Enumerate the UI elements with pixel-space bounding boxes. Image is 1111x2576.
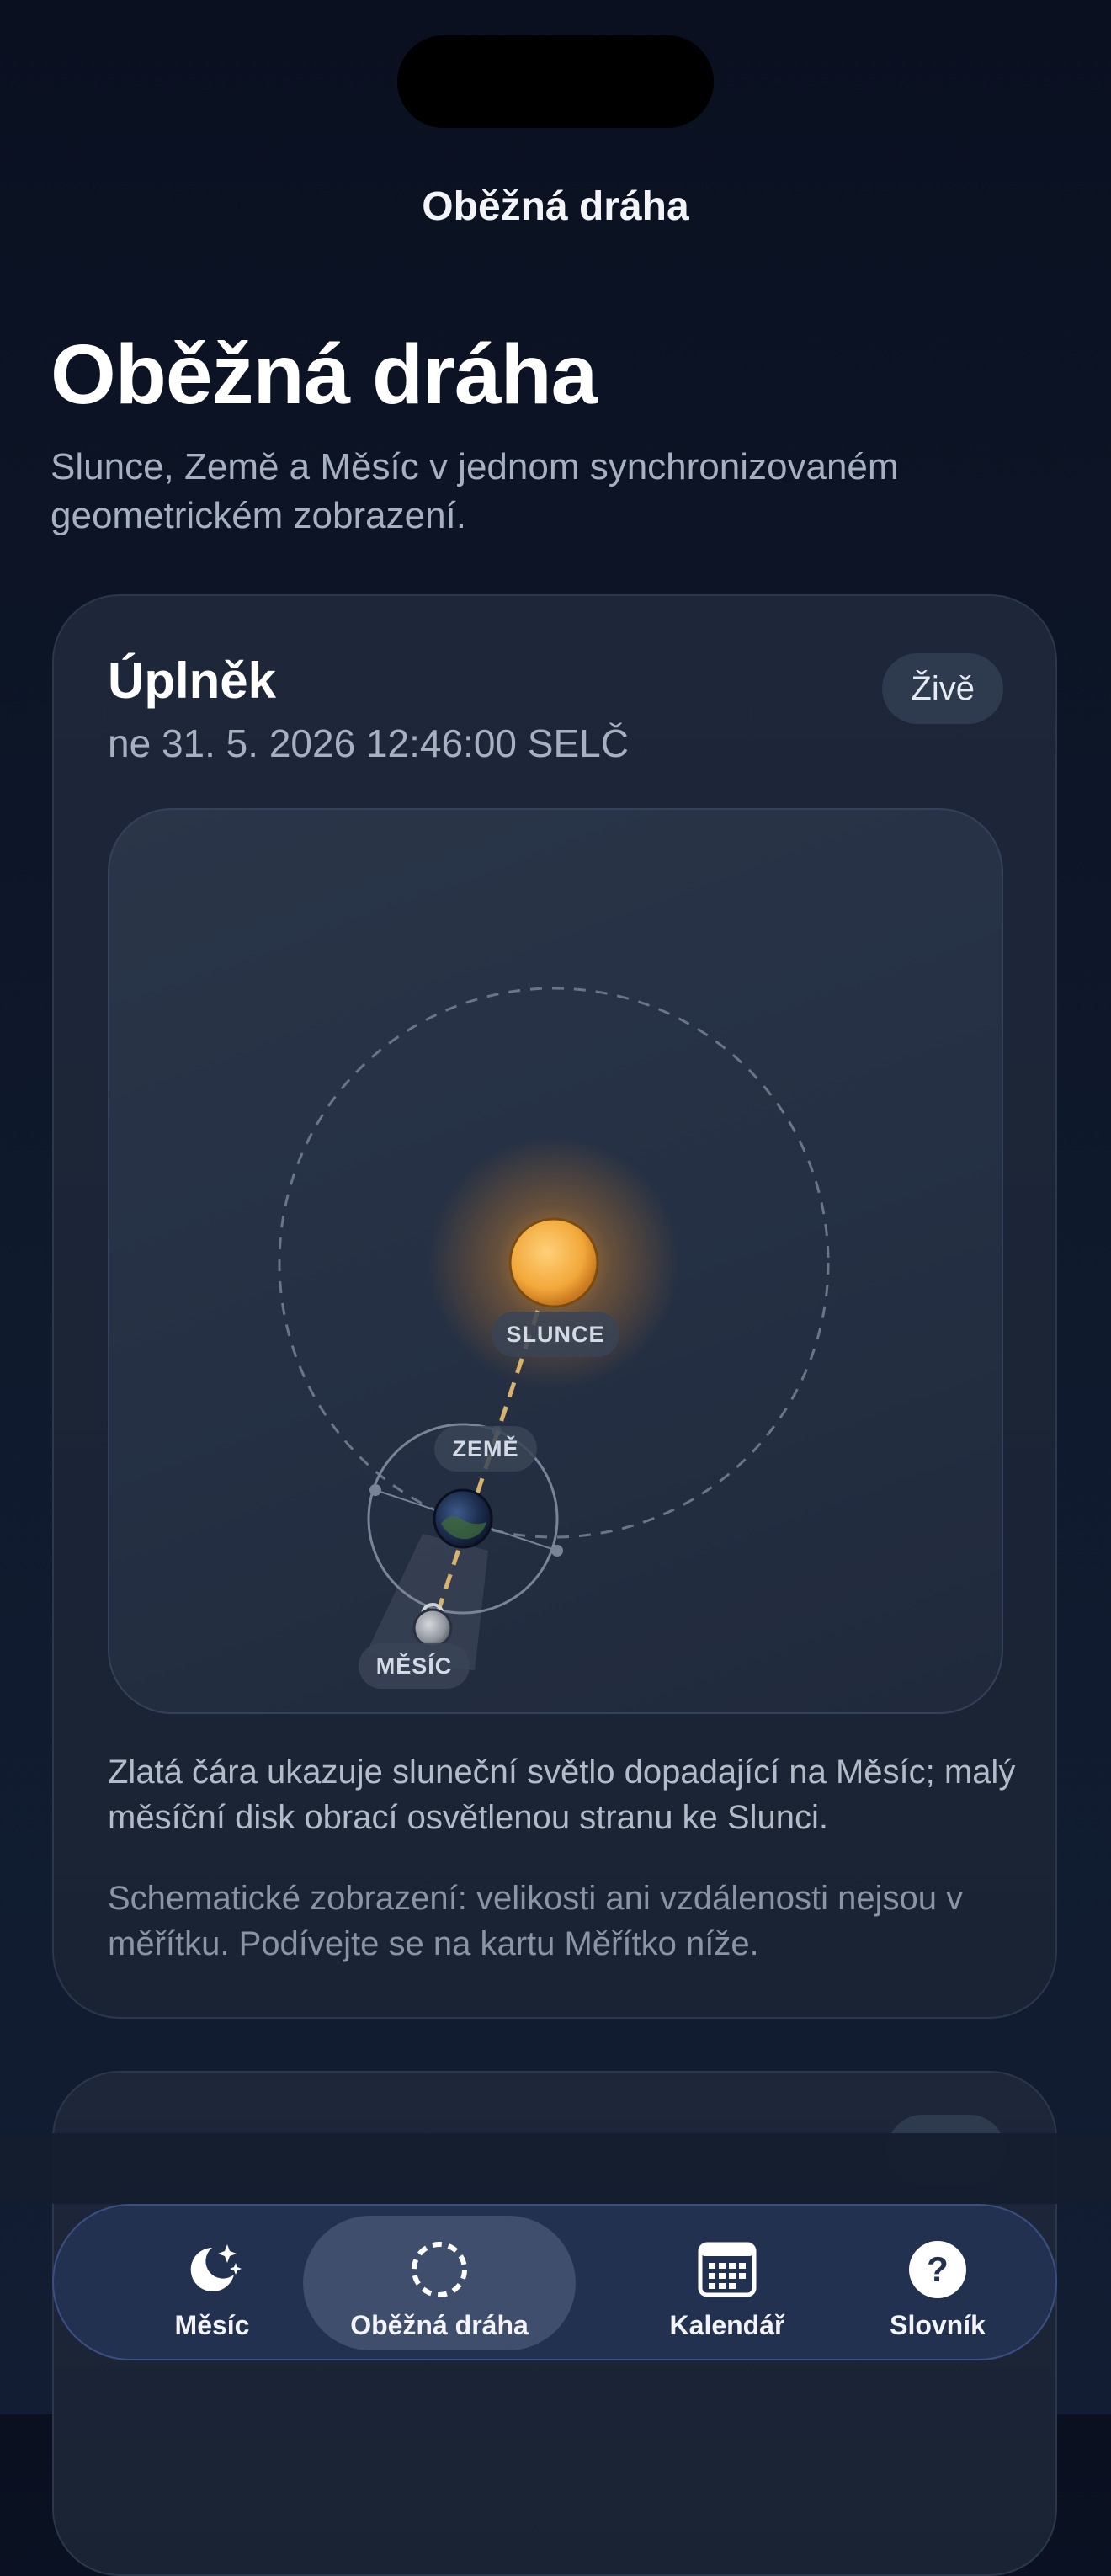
tabbar-backdrop xyxy=(0,2133,1111,2204)
moon-stars-icon xyxy=(190,2244,242,2291)
sun-disk xyxy=(508,1217,599,1308)
nav-title: Oběžná dráha xyxy=(422,184,689,229)
tab-glossary[interactable]: ? Slovník xyxy=(845,2216,1030,2350)
orbit-node xyxy=(369,1484,381,1496)
tab-orbit-label: Oběžná dráha xyxy=(350,2310,529,2340)
tab-moon-label: Měsíc xyxy=(174,2310,250,2340)
tab-calendar[interactable]: Kalendář xyxy=(609,2216,845,2350)
moon-disk xyxy=(412,1608,453,1648)
earth-label: ZEMĚ xyxy=(452,1435,518,1461)
tab-calendar-label: Kalendář xyxy=(669,2310,785,2340)
svg-text:?: ? xyxy=(927,2249,949,2289)
dynamic-island xyxy=(397,35,714,128)
page-title: Oběžná dráha xyxy=(50,327,598,422)
tab-orbit[interactable]: Oběžná dráha xyxy=(303,2216,576,2350)
moon-label: MĚSÍC xyxy=(376,1653,453,1679)
tab-glossary-label: Slovník xyxy=(890,2310,986,2340)
phase-datetime: ne 31. 5. 2026 12:46:00 SELČ xyxy=(108,721,629,765)
orbit-diagram-svg: SLUNCE ZEMĚ MĚSÍC xyxy=(278,987,830,1689)
tab-bar: Měsíc Oběžná dráha Kalendář ? Slovník xyxy=(52,2204,1057,2360)
diagram-note-secondary: Schematické zobrazení: velikosti ani vzd… xyxy=(108,1880,964,1962)
phase-name: Úplněk xyxy=(108,652,277,709)
calendar-icon xyxy=(698,2242,757,2297)
orbit-node xyxy=(551,1545,563,1557)
page-subtitle: Slunce, Země a Měsíc v jednom synchroniz… xyxy=(50,446,899,536)
orbit-card: Úplněk ne 31. 5. 2026 12:46:00 SELČ Živě xyxy=(52,594,1057,2019)
orbit-icon xyxy=(412,2242,467,2297)
diagram-note-primary: Zlatá čára ukazuje sluneční světlo dopad… xyxy=(108,1754,1016,1836)
sun-label: SLUNCE xyxy=(506,1322,604,1347)
help-icon: ? xyxy=(909,2241,966,2298)
live-button[interactable]: Živě xyxy=(882,653,1003,724)
tab-moon[interactable]: Měsíc xyxy=(94,2216,330,2350)
orbit-diagram: SLUNCE ZEMĚ MĚSÍC xyxy=(108,808,1003,1714)
